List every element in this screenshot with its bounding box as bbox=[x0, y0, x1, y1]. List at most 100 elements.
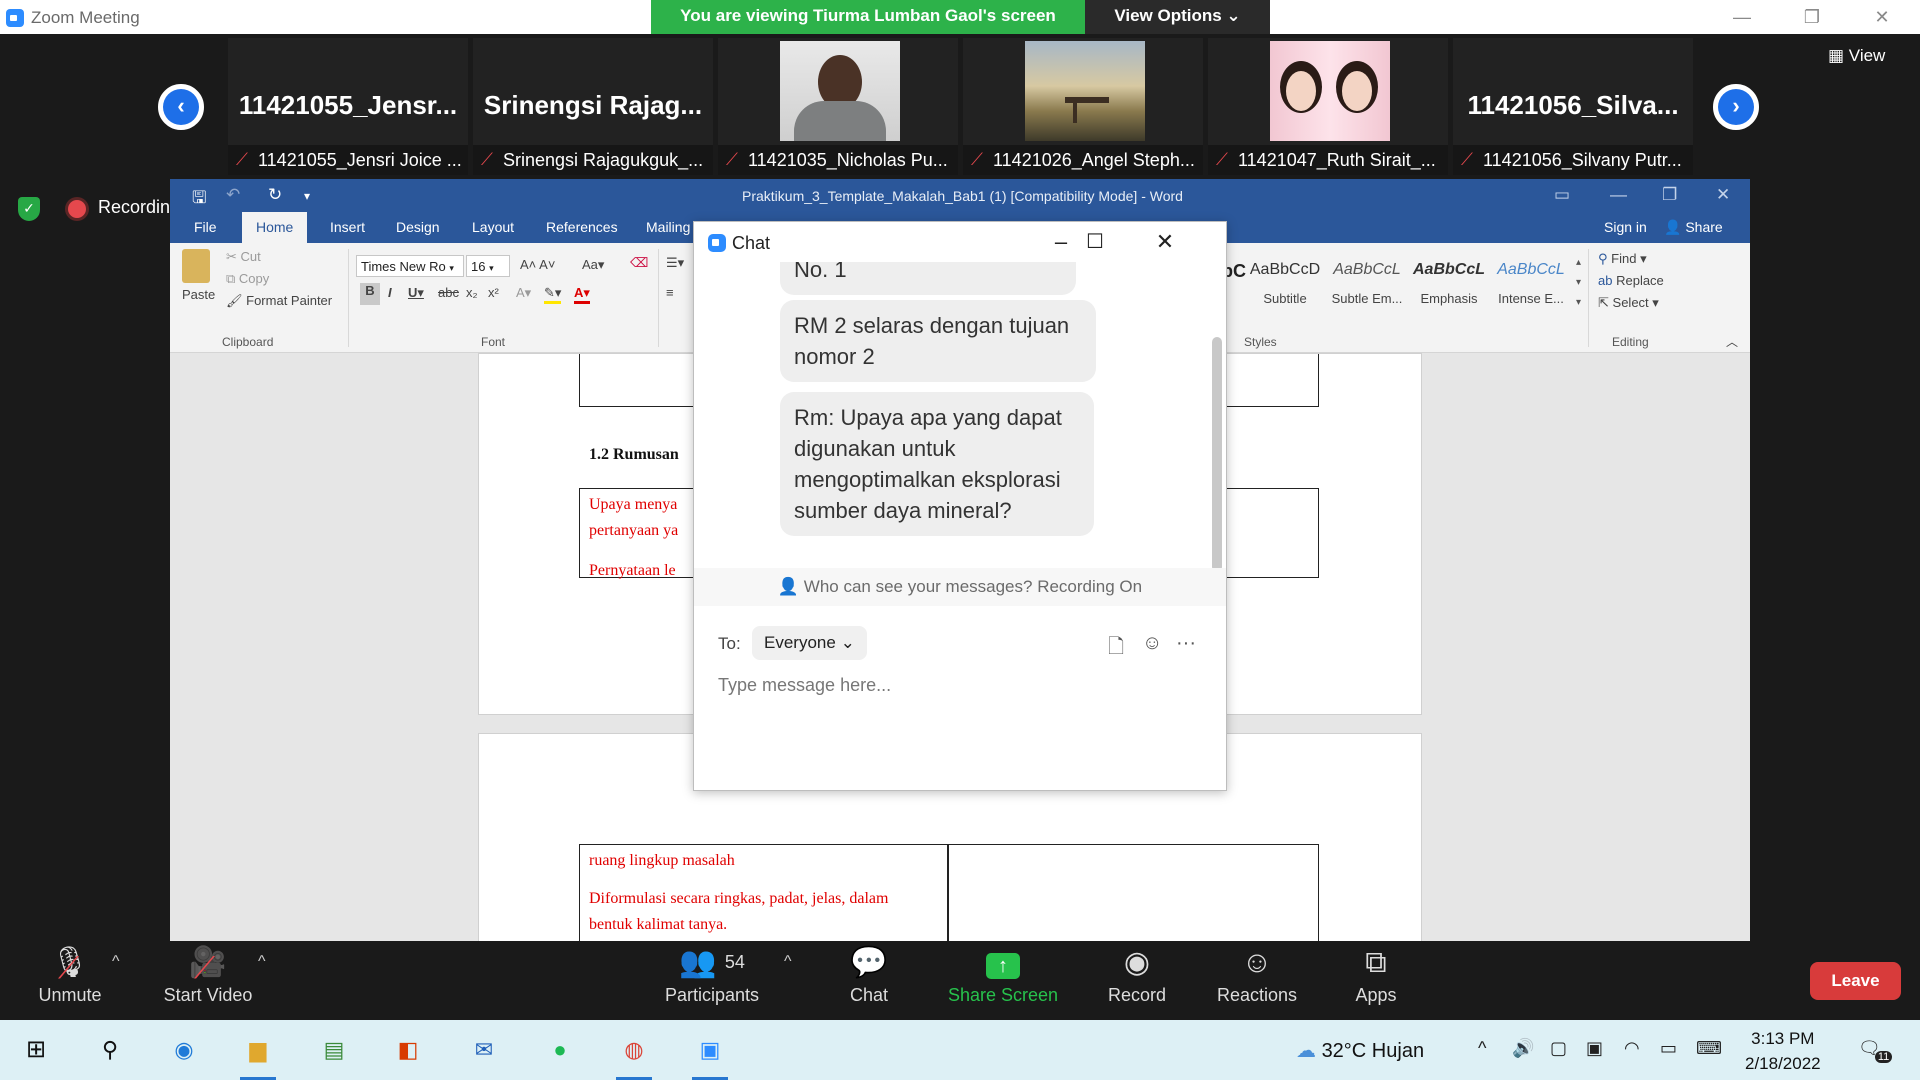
record-label: Record bbox=[1107, 985, 1167, 1005]
audio-options-caret[interactable]: ^ bbox=[110, 941, 126, 1020]
chrome-icon[interactable]: ◍ bbox=[612, 1030, 656, 1080]
chat-visibility-notice[interactable]: 👤 Who can see your messages? Recording O… bbox=[694, 568, 1226, 606]
search-icon[interactable]: ⚲ bbox=[88, 1030, 132, 1070]
battery-icon[interactable]: ▭ bbox=[1660, 1038, 1677, 1059]
participant-tile[interactable]: ⟋ 11421026_Angel Steph... bbox=[963, 38, 1203, 175]
edge-icon[interactable]: ◉ bbox=[162, 1030, 206, 1070]
gallery-next-button[interactable]: › bbox=[1713, 84, 1759, 130]
weather-text: 32°C Hujan bbox=[1321, 1040, 1425, 1062]
record-button[interactable]: ◉ Record bbox=[1104, 941, 1170, 1020]
replace-icon: ab bbox=[1598, 273, 1613, 288]
video-options-caret[interactable]: ^ bbox=[256, 941, 272, 1020]
find-button: ⚲ Find ▾ bbox=[1598, 251, 1647, 266]
chat-close-button[interactable]: ✕ bbox=[1150, 228, 1180, 258]
start-video-button[interactable]: 🎥 ⟋ Start Video bbox=[150, 941, 266, 1020]
participant-label-text: 11421035_Nicholas Pu... bbox=[748, 150, 948, 170]
chevron-up-icon: ^ bbox=[784, 953, 792, 970]
save-icon: 🖫 bbox=[192, 188, 207, 207]
chat-minimize-button[interactable]: – bbox=[1046, 228, 1076, 258]
participant-tile[interactable]: ⟋ 11421035_Nicholas Pu... bbox=[718, 38, 958, 175]
chat-maximize-button[interactable]: ☐ bbox=[1080, 228, 1110, 258]
chevron-down-icon: ⌄ bbox=[840, 633, 855, 652]
display-icon[interactable]: ▣ bbox=[1586, 1038, 1603, 1059]
participants-button[interactable]: 👥 54 Participants bbox=[660, 941, 764, 1020]
paste-label: Paste bbox=[182, 287, 216, 302]
participants-options-caret[interactable]: ^ bbox=[782, 941, 798, 1020]
file-icon[interactable]: 🗋 bbox=[1108, 632, 1124, 666]
view-options-button[interactable]: View Options ⌄ bbox=[1085, 0, 1270, 34]
reactions-button[interactable]: ☺ Reactions bbox=[1210, 941, 1304, 1020]
format-painter-button: 🖌 Format Painter bbox=[226, 293, 332, 309]
participant-label: ⟋ 11421026_Angel Steph... bbox=[963, 145, 1203, 175]
chat-label: Chat bbox=[849, 985, 889, 1005]
windows-start-icon[interactable]: ⊞ bbox=[14, 1030, 58, 1070]
chat-messages[interactable]: No. 1 RM 2 selaras dengan tujuan nomor 2… bbox=[694, 262, 1226, 610]
tray-overflow-icon[interactable]: ^ bbox=[1478, 1038, 1486, 1059]
zoom-taskbar-icon[interactable]: ▣ bbox=[688, 1030, 732, 1080]
file-explorer-icon[interactable]: ▆ bbox=[236, 1030, 280, 1080]
style-intense-emphasis: AaBbCcL Intense E... bbox=[1490, 253, 1572, 323]
meeting-toolbar: 🎙 ⟋ Unmute ^ 🎥 ⟋ Start Video ^ 👥 54 Partic… bbox=[0, 941, 1920, 1020]
strikethrough-icon: abc bbox=[438, 285, 459, 300]
tab-mailings: Mailing bbox=[646, 219, 691, 235]
notification-center-icon[interactable]: 🗨11 bbox=[1858, 1038, 1898, 1063]
chat-scrollbar[interactable] bbox=[1212, 337, 1222, 572]
participants-icon: 👥 54 bbox=[679, 946, 745, 979]
tab-file: File bbox=[194, 219, 217, 235]
apps-icon: ⧉ bbox=[1365, 946, 1387, 979]
recording-label[interactable]: Recording bbox=[98, 197, 180, 218]
style-emphasis: AaBbCcL Emphasis bbox=[1408, 253, 1490, 323]
chat-button[interactable]: 💬 Chat bbox=[838, 941, 900, 1020]
view-button[interactable]: ▦ View bbox=[1828, 46, 1885, 66]
more-icon[interactable]: ··· bbox=[1176, 632, 1196, 655]
emoji-icon[interactable]: ☺ bbox=[1142, 632, 1162, 655]
keyboard-icon[interactable]: ⌨ bbox=[1696, 1038, 1722, 1059]
chevron-down-icon: ⌄ bbox=[1226, 6, 1241, 25]
weather-widget[interactable]: ☁ 32°C Hujan bbox=[1296, 1038, 1424, 1063]
word-title-bar: 🖫 ↶ ↻ ▾ Praktikum_3_Template_Makalah_Bab… bbox=[170, 179, 1750, 212]
viewing-banner-text: You are viewing Tiurma Lumban Gaol's scr… bbox=[680, 6, 1056, 25]
spreadsheet-app-icon[interactable]: ▤ bbox=[312, 1030, 356, 1070]
restore-icon[interactable]: ❐ bbox=[1792, 4, 1832, 30]
reactions-icon: ☺ bbox=[1241, 946, 1273, 979]
participant-tile[interactable]: 11421056_Silva... ⟋ 11421056_Silvany Putr… bbox=[1453, 38, 1693, 175]
document-text: Pernyataan le bbox=[589, 562, 676, 579]
volume-icon[interactable]: 🔊 bbox=[1512, 1038, 1534, 1059]
chat-message: RM 2 selaras dengan tujuan nomor 2 bbox=[780, 300, 1096, 382]
gallery-prev-button[interactable]: ‹ bbox=[158, 84, 204, 130]
meet-now-icon[interactable]: ▢ bbox=[1550, 1038, 1567, 1059]
document-text: Upaya menya bbox=[589, 496, 678, 513]
participant-tile[interactable]: 11421055_Jensr... ⟋ 11421055_Jensri Joice… bbox=[228, 38, 468, 175]
clock[interactable]: 3:13 PM 2/18/2022 bbox=[1745, 1026, 1821, 1076]
person-icon: 👤 bbox=[1664, 219, 1682, 235]
leave-button[interactable]: Leave bbox=[1810, 962, 1901, 1000]
copy-icon: ⧉ bbox=[226, 271, 236, 286]
participant-tile[interactable]: ⟋ 11421047_Ruth Sirait_... bbox=[1208, 38, 1448, 175]
minimize-icon[interactable]: — bbox=[1722, 4, 1762, 30]
chat-message-input[interactable]: Type message here... bbox=[718, 675, 891, 696]
chevron-left-icon: ‹ bbox=[163, 89, 199, 125]
participant-tile[interactable]: Srinengsi Rajag... ⟋ Srinengsi Rajagukguk… bbox=[473, 38, 713, 175]
share-screen-button[interactable]: ↑ Share Screen bbox=[944, 941, 1062, 1020]
participant-label: ⟋ Srinengsi Rajagukguk_... bbox=[473, 145, 713, 175]
rain-cloud-icon: ☁ bbox=[1296, 1040, 1316, 1062]
editing-group-label: Editing bbox=[1612, 335, 1649, 349]
office-icon[interactable]: ◧ bbox=[386, 1030, 430, 1070]
apps-button[interactable]: ⧉ Apps bbox=[1348, 941, 1404, 1020]
style-name: Emphasis bbox=[1420, 291, 1478, 306]
close-icon[interactable]: ✕ bbox=[1862, 4, 1902, 30]
font-group-label: Font bbox=[481, 335, 506, 349]
spotify-icon[interactable]: ● bbox=[538, 1030, 582, 1070]
recipient-dropdown[interactable]: Everyone ⌄ bbox=[752, 626, 867, 660]
tab-layout: Layout bbox=[472, 219, 515, 235]
recipient-value: Everyone bbox=[764, 633, 836, 652]
mail-icon[interactable]: ✉ bbox=[462, 1030, 506, 1070]
unmute-button[interactable]: 🎙 ⟋ Unmute bbox=[28, 941, 112, 1020]
participant-photo bbox=[1270, 41, 1390, 141]
view-options-label: View Options bbox=[1114, 6, 1222, 25]
styles-group-label: Styles bbox=[1244, 335, 1277, 349]
document-text: ruang lingkup masalah bbox=[589, 852, 735, 869]
clock-time: 3:13 PM bbox=[1751, 1029, 1815, 1048]
wifi-icon[interactable]: ◠ bbox=[1624, 1038, 1640, 1059]
brush-icon: 🖌 bbox=[226, 293, 243, 308]
